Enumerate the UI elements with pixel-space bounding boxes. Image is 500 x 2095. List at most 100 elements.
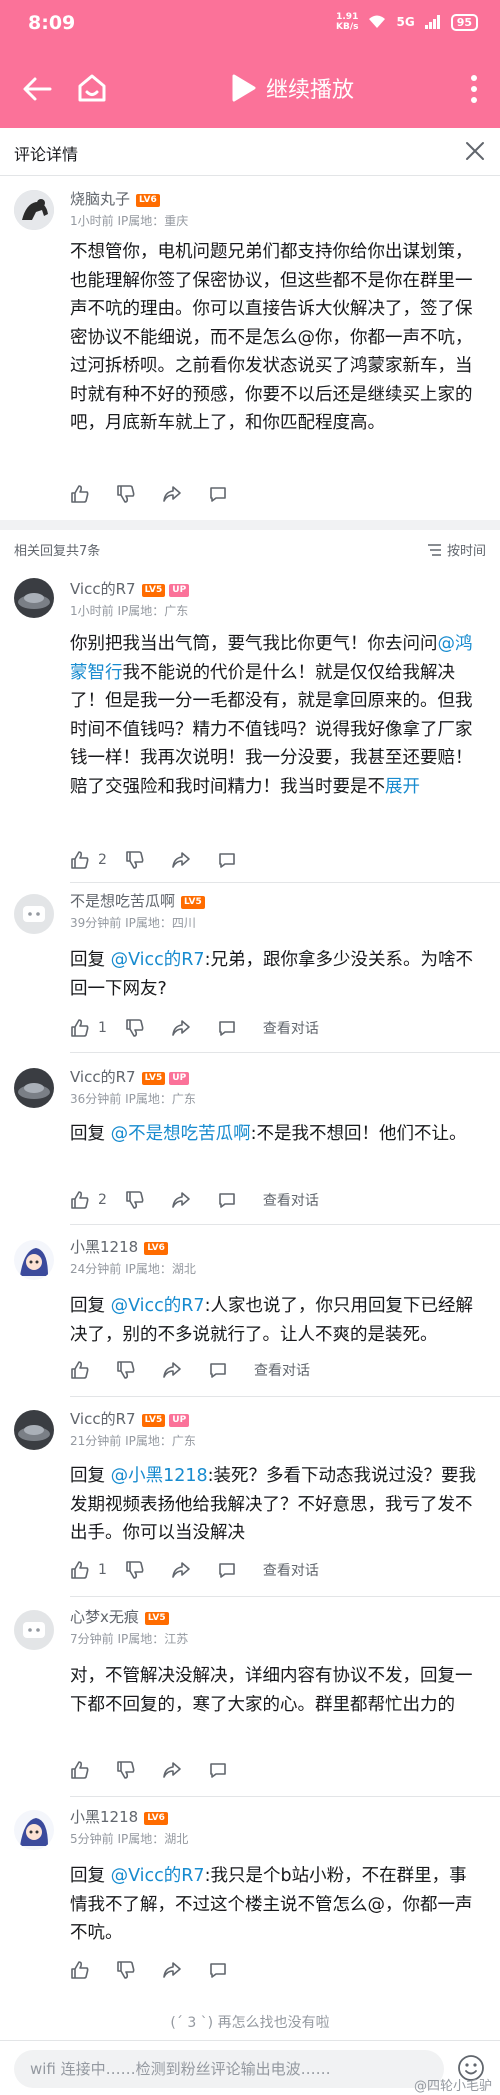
reply-icon[interactable] (208, 1360, 228, 1380)
reply-icon[interactable] (208, 1760, 228, 1780)
reply-meta: 21分钟前 IP属地：广东 (70, 1434, 196, 1448)
reply-meta: 7分钟前 IP属地：江苏 (70, 1632, 189, 1646)
more-icon[interactable] (468, 72, 480, 106)
like-icon[interactable] (70, 1960, 90, 1980)
view-conversation-link[interactable]: 查看对话 (263, 1190, 319, 1210)
status-bar: 8:09 1.91 KB/s 5G 95 (0, 0, 500, 50)
status-time: 8:09 (28, 12, 76, 34)
comment-text: 不想管你，电机问题兄弟们都支持你给你出谋划策，也能理解你签了保密协议，但这些都不… (70, 242, 473, 433)
share-icon[interactable] (171, 1560, 191, 1580)
reply-author[interactable]: Vicc的R7 LV5 UP (70, 578, 190, 599)
share-icon[interactable] (171, 1190, 191, 1210)
reply-meta: 39分钟前 IP属地：四川 (70, 916, 196, 930)
dislike-icon[interactable] (116, 1360, 136, 1380)
reply-text: 回复 @Vicc的R7:人家也说了，你只用回复下已经解决了，别的不多说就行了。让… (70, 1296, 473, 1345)
like-icon[interactable] (70, 1018, 90, 1038)
share-icon[interactable] (162, 1360, 182, 1380)
comment-detail-header: 评论详情 (0, 128, 500, 176)
reply-author[interactable]: 不是想吃苦瓜啊 LV5 (70, 890, 205, 911)
expand-link[interactable]: 展开 (385, 777, 420, 797)
reply-icon[interactable] (217, 850, 237, 870)
dislike-icon[interactable] (125, 1560, 145, 1580)
avatar[interactable] (14, 1410, 54, 1450)
reply-icon[interactable] (217, 1560, 237, 1580)
avatar[interactable] (14, 1810, 54, 1850)
view-conversation-link[interactable]: 查看对话 (263, 1560, 319, 1580)
reply-icon[interactable] (208, 484, 228, 504)
up-badge: UP (169, 1414, 190, 1427)
mention-link[interactable]: @Vicc的R7 (111, 950, 205, 970)
avatar[interactable] (14, 578, 54, 618)
level-badge: LV6 (144, 1242, 168, 1255)
dislike-icon[interactable] (116, 1760, 136, 1780)
like-icon[interactable] (70, 1360, 90, 1380)
reply-icon[interactable] (217, 1018, 237, 1038)
status-icons: 1.91 KB/s 5G 95 (336, 12, 478, 32)
view-conversation-link[interactable]: 查看对话 (263, 1018, 319, 1038)
reply-actions (70, 1960, 236, 1980)
level-badge: LV5 (141, 584, 166, 597)
avatar[interactable] (14, 894, 54, 934)
avatar[interactable] (14, 1068, 54, 1108)
avatar[interactable] (14, 1240, 54, 1280)
dislike-icon[interactable] (125, 850, 145, 870)
net-speed: 1.91 KB/s (336, 12, 359, 32)
avatar[interactable] (14, 1610, 54, 1650)
comment-input[interactable]: wifi 连接中……检测到粉丝评论输出电波…… (14, 2050, 444, 2088)
reply-text: 回复 @不是想吃苦瓜啊:不是我不想回！他们不让。 (70, 1124, 467, 1144)
reply-actions: 1 查看对话 (70, 1018, 319, 1038)
watermark: @四轮小毛驴 (413, 2079, 492, 2094)
wifi-icon (369, 15, 386, 28)
share-icon[interactable] (162, 484, 182, 504)
level-badge: LV5 (141, 1414, 166, 1427)
back-arrow-icon[interactable] (20, 72, 54, 106)
like-icon[interactable] (70, 850, 90, 870)
reply-author[interactable]: 心梦x无痕 LV5 (70, 1606, 169, 1627)
section-separator (0, 520, 500, 530)
divider (70, 1396, 500, 1397)
share-icon[interactable] (162, 1960, 182, 1980)
level-badge: LV5 (141, 1072, 166, 1085)
mention-link[interactable]: @Vicc的R7 (111, 1296, 205, 1316)
mention-link[interactable]: @Vicc的R7 (111, 1866, 205, 1886)
like-count: 1 (98, 1020, 107, 1036)
sort-button[interactable]: 按时间 (427, 540, 486, 559)
level-badge: LV6 (136, 194, 160, 207)
like-icon[interactable] (70, 1760, 90, 1780)
play-icon[interactable] (230, 74, 256, 102)
dislike-icon[interactable] (116, 484, 136, 504)
reply-icon[interactable] (217, 1190, 237, 1210)
close-icon[interactable] (464, 140, 486, 162)
mention-link[interactable]: @小黑1218 (111, 1466, 208, 1486)
mention-link[interactable]: @不是想吃苦瓜啊 (111, 1124, 251, 1144)
comment-author[interactable]: 烧脑丸子 LV6 (70, 188, 160, 209)
end-of-list: (´ 3 `) 再怎么找也没有啦 (170, 2015, 330, 2031)
share-icon[interactable] (171, 1018, 191, 1038)
avatar[interactable] (14, 190, 54, 230)
reply-actions: 2 查看对话 (70, 1190, 319, 1210)
reply-text: 你别把我当出气筒，要气我比你更气！你去问问@鸿蒙智行我不能说的代价是什么！就是仅… (70, 634, 473, 797)
reply-author[interactable]: Vicc的R7 LV5 UP (70, 1066, 190, 1087)
like-icon[interactable] (70, 1190, 90, 1210)
reply-meta: 24分钟前 IP属地：湖北 (70, 1262, 196, 1276)
dislike-icon[interactable] (116, 1960, 136, 1980)
dislike-icon[interactable] (125, 1190, 145, 1210)
comment-actions (70, 484, 236, 504)
share-icon[interactable] (171, 850, 191, 870)
reply-list-header: 相关回复共7条 按时间 (0, 530, 500, 568)
share-icon[interactable] (162, 1760, 182, 1780)
home-icon[interactable] (74, 70, 110, 106)
reply-author[interactable]: Vicc的R7 LV5 UP (70, 1408, 190, 1429)
view-conversation-link[interactable]: 查看对话 (254, 1360, 310, 1380)
reply-author[interactable]: 小黑1218 LV6 (70, 1236, 168, 1257)
dislike-icon[interactable] (125, 1018, 145, 1038)
reply-actions: 查看对话 (70, 1360, 310, 1380)
like-icon[interactable] (70, 484, 90, 504)
like-icon[interactable] (70, 1560, 90, 1580)
reply-author[interactable]: 小黑1218 LV6 (70, 1806, 168, 1827)
up-badge: UP (169, 584, 190, 597)
reply-icon[interactable] (208, 1960, 228, 1980)
reply-text: 对，不管解决没解决，详细内容有协议不发，回复一下都不回复的，寒了大家的心。群里都… (70, 1666, 473, 1715)
reply-meta: 5分钟前 IP属地：湖北 (70, 1832, 189, 1846)
continue-play-button[interactable]: 继续播放 (266, 72, 354, 104)
